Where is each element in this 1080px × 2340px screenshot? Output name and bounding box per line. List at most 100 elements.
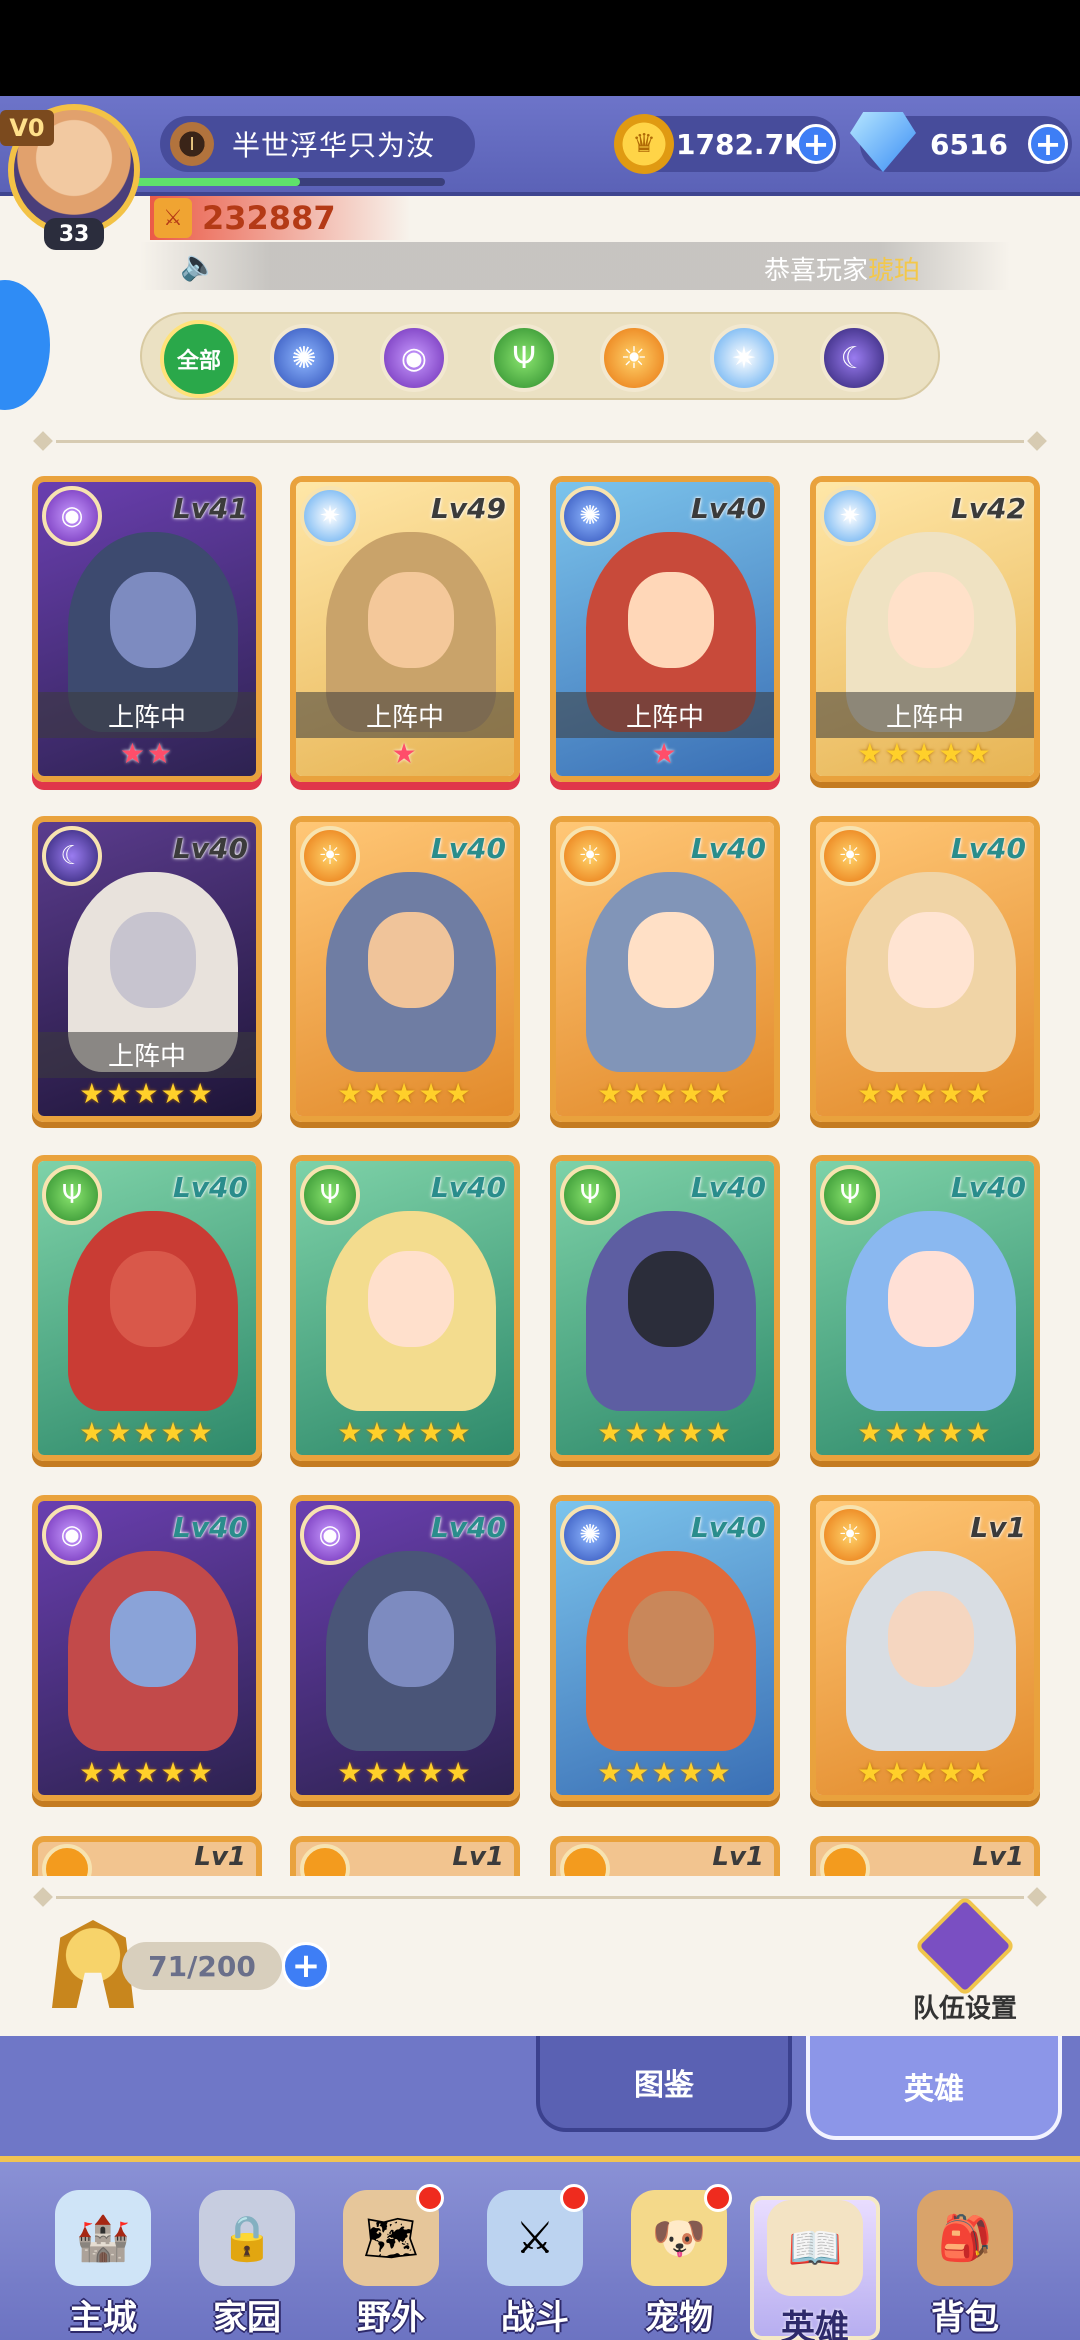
hero-card[interactable]: ✷ Lv49 上阵中 ★: [290, 476, 520, 782]
hero-star-rating: ★★★★★: [79, 1756, 215, 1790]
add-gems-button[interactable]: +: [1028, 124, 1068, 164]
hero-card[interactable]: Ψ Lv40 ★★★★★: [32, 1155, 262, 1462]
hero-card-partial[interactable]: Lv1: [810, 1836, 1040, 1876]
light-star-icon: ✷: [300, 486, 360, 546]
expand-roster-button[interactable]: +: [282, 1942, 330, 1990]
rank-medal-icon: I: [170, 122, 214, 166]
hero-roster-count: 71/200 +: [52, 1920, 332, 2008]
filter-nature-button[interactable]: Ψ: [490, 324, 558, 392]
hero-card[interactable]: ☀ Lv40 ★★★★★: [550, 815, 780, 1122]
hero-star-rating: ★★: [119, 737, 175, 770]
hero-face: [368, 911, 454, 1008]
chess-knight-icon: [914, 1895, 1016, 1997]
gem-resource: 6516 +: [850, 112, 1072, 172]
hero-face: [110, 1251, 196, 1348]
hero-face: [110, 572, 196, 668]
hero-card-partial[interactable]: Lv1: [290, 1836, 520, 1876]
castle-icon: 🏰: [55, 2190, 151, 2286]
exp-progress-fill: [130, 178, 301, 186]
hero-card[interactable]: ✺ Lv40 上阵中 ★: [550, 476, 780, 782]
moon-icon: ☾: [840, 340, 868, 376]
moon-icon: ☾: [42, 825, 102, 886]
hero-level: Lv40: [172, 1511, 248, 1545]
hero-level: Lv41: [172, 492, 248, 525]
water-wave-icon: ✺: [291, 340, 317, 376]
hero-card[interactable]: Ψ Lv40 ★★★★★: [290, 1155, 520, 1462]
hero-card[interactable]: Ψ Lv40 ★★★★★: [810, 1155, 1040, 1462]
gold-resource: ♛ 1782.7K +: [614, 114, 840, 174]
hero-star-rating: ★★★★★: [857, 1756, 993, 1790]
hero-star-rating: ★★★★★: [597, 1416, 733, 1450]
deployed-label: 上阵中: [296, 692, 514, 738]
hero-face: [628, 911, 714, 1008]
nav-home[interactable]: 🔒 家园: [182, 2190, 312, 2340]
hero-card[interactable]: ✺ Lv40 ★★★★★: [550, 1495, 780, 1802]
filter-moon-button[interactable]: ☾: [820, 324, 888, 392]
decorative-divider-bottom: [56, 1896, 1024, 1899]
hero-face: [110, 1591, 196, 1688]
sun-icon: [42, 1844, 92, 1876]
hero-level: Lv40: [172, 831, 248, 865]
hero-count-value: 71/200: [122, 1942, 282, 1990]
hero-card[interactable]: ☀ Lv40 ★★★★★: [290, 815, 520, 1122]
filter-light-button[interactable]: ✷: [710, 324, 778, 392]
hero-card-partial[interactable]: Lv1: [550, 1836, 780, 1876]
hero-book-icon: 📖: [767, 2200, 863, 2296]
hero-star-rating: ★★★★★: [857, 737, 993, 770]
hero-level: Lv1: [452, 1842, 504, 1872]
hero-level: Lv40: [690, 1511, 766, 1545]
hero-level: Lv40: [690, 831, 766, 865]
hero-card[interactable]: ☀ Lv1 ★★★★★: [810, 1495, 1040, 1802]
hero-level: Lv1: [712, 1842, 764, 1872]
hero-card[interactable]: ◉ Lv41 上阵中 ★★: [32, 476, 262, 782]
filter-sun-button[interactable]: ☀: [600, 324, 668, 392]
eye-icon: ◉: [300, 1505, 360, 1566]
filter-void-button[interactable]: ◉: [380, 324, 448, 392]
filter-water-button[interactable]: ✺: [270, 324, 338, 392]
hero-level: Lv1: [970, 1511, 1026, 1545]
add-gold-button[interactable]: +: [796, 124, 836, 164]
sun-icon: ☀: [560, 825, 620, 886]
tab-heroes[interactable]: 英雄: [806, 2036, 1062, 2140]
hero-card[interactable]: ◉ Lv40 ★★★★★: [290, 1495, 520, 1802]
nav-wild[interactable]: 🗺 野外: [326, 2184, 456, 2340]
filter-all-button[interactable]: 全部: [160, 320, 238, 398]
combat-power-icon: ⚔: [154, 198, 192, 238]
eye-icon: ◉: [42, 486, 102, 546]
hero-face: [888, 572, 974, 668]
hero-card[interactable]: ☾ Lv40 上阵中 ★★★★★: [32, 815, 262, 1122]
hero-face: [888, 1251, 974, 1348]
hero-card[interactable]: ✷ Lv42 上阵中 ★★★★★: [810, 476, 1040, 782]
nav-main-city[interactable]: 🏰 主城: [38, 2190, 168, 2340]
hero-face: [628, 572, 714, 668]
player-level-badge: 33: [44, 218, 104, 250]
hero-level: Lv40: [430, 1171, 506, 1205]
nav-bag[interactable]: 🎒 背包: [900, 2190, 1030, 2340]
hero-level: Lv40: [690, 492, 766, 525]
hero-face: [628, 1251, 714, 1348]
player-name: 半世浮华只为汝: [232, 129, 436, 162]
hero-card[interactable]: Ψ Lv40 ★★★★★: [550, 1155, 780, 1462]
hero-card[interactable]: ◉ Lv40 ★★★★★: [32, 1495, 262, 1802]
player-name-pill[interactable]: I 半世浮华只为汝: [160, 116, 475, 172]
notification-dot: [560, 2184, 588, 2212]
eye-icon: ◉: [42, 1505, 102, 1566]
hero-level: Lv1: [972, 1842, 1024, 1872]
hero-card[interactable]: ☀ Lv40 ★★★★★: [810, 815, 1040, 1122]
sun-icon: ☀: [300, 825, 360, 886]
water-wave-icon: ✺: [560, 1505, 620, 1566]
hero-star-rating: ★★★★★: [857, 1416, 993, 1450]
antler-icon: Ψ: [512, 340, 536, 376]
tab-codex[interactable]: 图鉴: [536, 2036, 792, 2132]
hero-level: Lv42: [950, 492, 1026, 525]
notification-dot: [416, 2184, 444, 2212]
team-setup-button[interactable]: 队伍设置: [900, 1895, 1030, 2024]
combat-power-value: 232887: [202, 199, 336, 237]
nav-battle[interactable]: ⚔ 战斗: [470, 2184, 600, 2340]
nav-pets[interactable]: 🐶 宠物: [614, 2184, 744, 2340]
vip-badge[interactable]: V0: [0, 110, 54, 146]
deployed-label: 上阵中: [816, 692, 1034, 738]
nav-heroes[interactable]: 📖 英雄: [750, 2196, 880, 2340]
hero-card-partial[interactable]: Lv1: [32, 1836, 262, 1876]
nav-label: 战斗: [501, 2298, 569, 2338]
